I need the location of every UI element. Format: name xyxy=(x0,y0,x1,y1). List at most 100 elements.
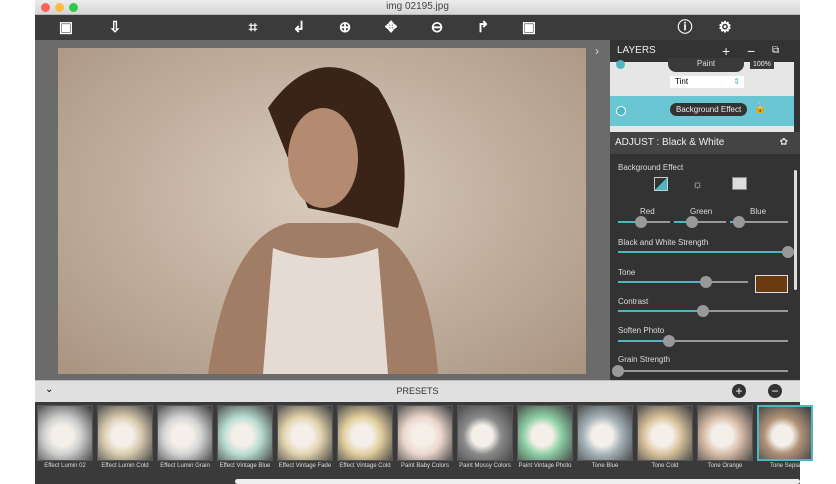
slider-label: Green xyxy=(690,207,713,216)
remove-preset-button[interactable]: − xyxy=(768,384,782,398)
preset-thumbnail[interactable] xyxy=(157,405,213,461)
rotate-left-icon[interactable]: ↲ xyxy=(289,18,309,38)
preset-label: Tone Blue xyxy=(591,463,619,469)
preset-thumbnail[interactable] xyxy=(37,405,93,461)
preset-label: Tone Cold xyxy=(651,463,679,469)
add-preset-button[interactable]: + xyxy=(732,384,746,398)
move-icon[interactable]: ✥ xyxy=(381,18,401,38)
layer-visibility-toggle[interactable] xyxy=(616,60,625,69)
slider-knob[interactable] xyxy=(663,335,675,347)
preset-thumbnail[interactable] xyxy=(457,405,513,461)
layers-list: Paint 100% Tint ⇕ Background Effect 🔒 xyxy=(610,58,794,132)
preset-label: Tone Sepia xyxy=(769,463,801,469)
presets-title: PRESETS xyxy=(396,386,439,396)
layer-row-background[interactable]: Background Effect 🔒 xyxy=(610,96,794,126)
section-label: Background Effect xyxy=(618,163,684,172)
preset-thumbnail[interactable] xyxy=(277,405,333,461)
preset-thumbnail[interactable] xyxy=(637,405,693,461)
preset-thumbnail[interactable] xyxy=(337,405,393,461)
preset-label: Effect Lumin 02 xyxy=(44,463,86,469)
slider-label: Blue xyxy=(750,207,767,216)
slider-knob[interactable] xyxy=(700,276,713,288)
slider-label: Red xyxy=(640,207,655,216)
slider-fill xyxy=(618,340,669,342)
bw-mode-icon[interactable] xyxy=(654,177,668,191)
slider-grain-strength[interactable] xyxy=(612,365,788,377)
slider-fill xyxy=(618,251,788,253)
portrait-image xyxy=(208,67,438,374)
presets-scrollbar[interactable] xyxy=(235,479,800,484)
slider-knob[interactable] xyxy=(686,216,699,228)
frame-mode-icon[interactable] xyxy=(732,177,747,190)
preset-label: Effect Lumin Grain xyxy=(160,463,210,469)
slider-soften-photo[interactable] xyxy=(618,335,788,347)
frame-icon[interactable]: ▣ xyxy=(56,18,76,38)
slider-knob[interactable] xyxy=(732,216,745,228)
zoom-out-icon[interactable]: ⊖ xyxy=(427,18,447,38)
preset-label: Effect Lumin Cold xyxy=(101,463,149,469)
slider-knob[interactable] xyxy=(782,246,794,258)
title-bar: img 02195.jpg xyxy=(35,0,800,15)
select-arrow-icon: ⇕ xyxy=(733,77,740,86)
app-window: img 02195.jpg ▣ ⇩ ⌗ ↲ ⊕ ✥ ⊖ ↱ ▣ ⓘ ⚙ › LA… xyxy=(35,0,813,484)
info-icon[interactable]: ⓘ xyxy=(675,18,695,38)
zoom-in-icon[interactable]: ⊕ xyxy=(335,18,355,38)
slider-fill xyxy=(618,310,703,312)
lock-icon[interactable]: 🔒 xyxy=(754,103,766,114)
adjust-header: ADJUST : Black & White ✿ xyxy=(610,132,800,154)
slider-knob[interactable] xyxy=(697,305,709,317)
collapse-panel-icon[interactable]: › xyxy=(595,44,599,58)
preset-label: Paint Baby Colors xyxy=(400,463,450,469)
slider-green[interactable] xyxy=(674,216,726,228)
slider-label: Soften Photo xyxy=(618,326,665,335)
adjust-options-icon[interactable]: ✿ xyxy=(780,132,788,154)
duplicate-layer-icon[interactable]: ⧉ xyxy=(772,40,779,62)
preset-label: Effect Vintage Cold xyxy=(339,463,391,469)
preset-thumbnail[interactable] xyxy=(757,405,813,461)
preset-label: Tone Orange xyxy=(707,463,743,469)
layers-title: LAYERS xyxy=(617,45,656,56)
crop-icon[interactable]: ⌗ xyxy=(243,18,263,38)
blend-mode-value: Tint xyxy=(675,77,689,86)
slider-label: Grain Strength xyxy=(618,355,671,364)
image-canvas[interactable]: › xyxy=(35,40,610,380)
blend-mode-select[interactable]: Tint ⇕ xyxy=(670,76,744,88)
preset-thumbnail[interactable] xyxy=(217,405,273,461)
slider-label: Tone xyxy=(618,268,636,277)
slider-knob[interactable] xyxy=(612,365,624,377)
export-icon[interactable]: ⇩ xyxy=(105,18,125,38)
slider-knob[interactable] xyxy=(635,216,648,228)
slider-red[interactable] xyxy=(618,216,670,228)
preset-label: Paint Mossy Colors xyxy=(459,463,511,469)
preset-thumbnail[interactable] xyxy=(97,405,153,461)
rotate-right-icon[interactable]: ↱ xyxy=(473,18,493,38)
preset-thumbnail[interactable] xyxy=(397,405,453,461)
slider-black-and-white-strength[interactable] xyxy=(618,246,794,258)
slider-tone[interactable] xyxy=(618,276,748,288)
photo xyxy=(58,48,586,374)
preset-label: Effect Vintage Blue xyxy=(219,463,271,469)
presets-bar: ⌄ PRESETS + − xyxy=(35,380,800,402)
preset-thumbnail[interactable] xyxy=(697,405,753,461)
brightness-mode-icon[interactable]: ☼ xyxy=(692,177,703,191)
preset-label: Effect Vintage Fade xyxy=(278,463,332,469)
layer-visibility-toggle[interactable] xyxy=(616,106,626,116)
right-panel: LAYERS + − ⧉ Paint 100% Tint ⇕ Background… xyxy=(610,40,800,380)
slider-label: Contrast xyxy=(618,297,649,306)
settings-icon[interactable]: ⚙ xyxy=(715,18,735,38)
paint-layer-label[interactable]: Paint xyxy=(668,58,744,72)
slider-fill xyxy=(618,281,707,283)
adjust-title: ADJUST : Black & White xyxy=(615,137,725,148)
slider-label: Black and White Strength xyxy=(618,238,709,247)
tone-color-swatch[interactable] xyxy=(755,275,788,293)
preset-thumbnail[interactable] xyxy=(577,405,633,461)
slider-blue[interactable] xyxy=(730,216,788,228)
adjust-scrollbar[interactable] xyxy=(794,170,797,290)
window-title: img 02195.jpg xyxy=(386,1,449,12)
fit-icon[interactable]: ▣ xyxy=(519,18,539,38)
presets-strip: Effect Lumin 02 Effect Lumin Cold Effect L… xyxy=(35,402,813,484)
toolbar: ▣ ⇩ ⌗ ↲ ⊕ ✥ ⊖ ↱ ▣ ⓘ ⚙ xyxy=(35,15,800,40)
slider-contrast[interactable] xyxy=(618,305,788,317)
preset-thumbnail[interactable] xyxy=(517,405,573,461)
remove-layer-button[interactable]: − xyxy=(747,40,755,62)
